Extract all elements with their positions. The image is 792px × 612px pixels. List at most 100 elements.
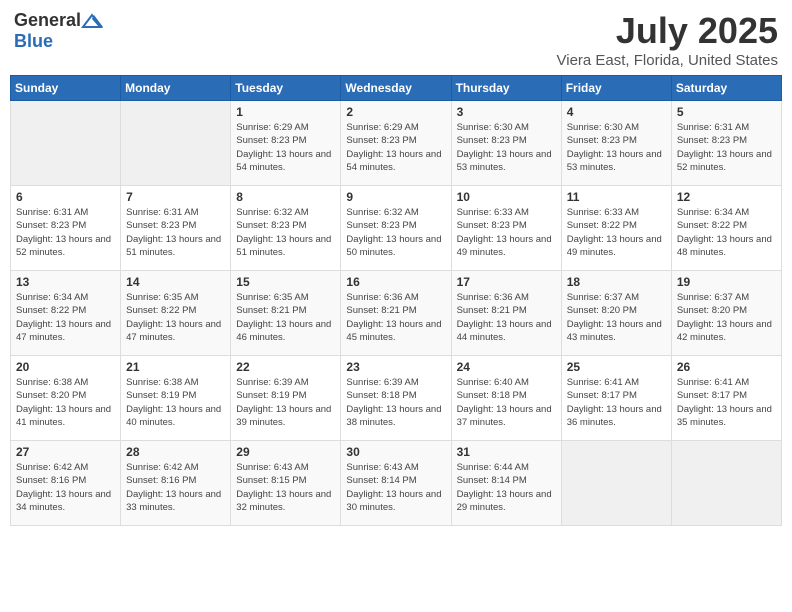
logo-blue: Blue: [14, 31, 53, 52]
title-block: July 2025 Viera East, Florida, United St…: [557, 10, 779, 69]
day-sun-info: Sunrise: 6:42 AMSunset: 8:16 PMDaylight:…: [126, 461, 225, 514]
calendar-cell: 5 Sunrise: 6:31 AMSunset: 8:23 PMDaylight…: [671, 101, 781, 186]
day-number: 29: [236, 445, 335, 459]
calendar-week-2: 6 Sunrise: 6:31 AMSunset: 8:23 PMDaylight…: [11, 186, 782, 271]
day-sun-info: Sunrise: 6:31 AMSunset: 8:23 PMDaylight:…: [16, 206, 115, 259]
calendar-cell: 18 Sunrise: 6:37 AMSunset: 8:20 PMDayligh…: [561, 271, 671, 356]
calendar-cell: 27 Sunrise: 6:42 AMSunset: 8:16 PMDayligh…: [11, 441, 121, 526]
calendar-cell: 20 Sunrise: 6:38 AMSunset: 8:20 PMDayligh…: [11, 356, 121, 441]
day-sun-info: Sunrise: 6:37 AMSunset: 8:20 PMDaylight:…: [677, 291, 776, 344]
day-sun-info: Sunrise: 6:43 AMSunset: 8:14 PMDaylight:…: [346, 461, 445, 514]
weekday-header-sunday: Sunday: [11, 76, 121, 101]
calendar-cell: 15 Sunrise: 6:35 AMSunset: 8:21 PMDayligh…: [231, 271, 341, 356]
day-number: 10: [457, 190, 556, 204]
day-sun-info: Sunrise: 6:34 AMSunset: 8:22 PMDaylight:…: [677, 206, 776, 259]
logo-icon: [81, 13, 103, 29]
day-sun-info: Sunrise: 6:35 AMSunset: 8:22 PMDaylight:…: [126, 291, 225, 344]
calendar-cell: 17 Sunrise: 6:36 AMSunset: 8:21 PMDayligh…: [451, 271, 561, 356]
day-number: 15: [236, 275, 335, 289]
day-sun-info: Sunrise: 6:35 AMSunset: 8:21 PMDaylight:…: [236, 291, 335, 344]
calendar-cell: 2Sunrise: 6:29 AMSunset: 8:23 PMDaylight…: [341, 101, 451, 186]
day-sun-info: Sunrise: 6:31 AMSunset: 8:23 PMDaylight:…: [677, 121, 776, 174]
day-number: 4: [567, 105, 666, 119]
day-number: 20: [16, 360, 115, 374]
calendar-body: 1 Sunrise: 6:29 AMSunset: 8:23 PMDaylight…: [11, 101, 782, 526]
calendar-cell: 28Sunrise: 6:42 AMSunset: 8:16 PMDayligh…: [121, 441, 231, 526]
logo-general: General: [14, 10, 81, 31]
calendar-table: SundayMondayTuesdayWednesdayThursdayFrid…: [10, 75, 782, 526]
day-number: 2: [346, 105, 445, 119]
day-sun-info: Sunrise: 6:38 AMSunset: 8:19 PMDaylight:…: [126, 376, 225, 429]
logo: General Blue: [14, 10, 103, 52]
calendar-cell: 4 Sunrise: 6:30 AMSunset: 8:23 PMDaylight…: [561, 101, 671, 186]
day-sun-info: Sunrise: 6:30 AMSunset: 8:23 PMDaylight:…: [567, 121, 666, 174]
month-year-title: July 2025: [557, 10, 779, 52]
day-sun-info: Sunrise: 6:29 AMSunset: 8:23 PMDaylight:…: [236, 121, 335, 174]
day-number: 6: [16, 190, 115, 204]
day-sun-info: Sunrise: 6:38 AMSunset: 8:20 PMDaylight:…: [16, 376, 115, 429]
day-number: 16: [346, 275, 445, 289]
calendar-cell: 13Sunrise: 6:34 AMSunset: 8:22 PMDayligh…: [11, 271, 121, 356]
day-number: 1: [236, 105, 335, 119]
calendar-cell: 25Sunrise: 6:41 AMSunset: 8:17 PMDayligh…: [561, 356, 671, 441]
calendar-cell: 29 Sunrise: 6:43 AMSunset: 8:15 PMDayligh…: [231, 441, 341, 526]
day-number: 23: [346, 360, 445, 374]
day-number: 25: [567, 360, 666, 374]
calendar-cell: 19 Sunrise: 6:37 AMSunset: 8:20 PMDayligh…: [671, 271, 781, 356]
calendar-week-1: 1 Sunrise: 6:29 AMSunset: 8:23 PMDaylight…: [11, 101, 782, 186]
day-number: 19: [677, 275, 776, 289]
calendar-cell: 10 Sunrise: 6:33 AMSunset: 8:23 PMDayligh…: [451, 186, 561, 271]
calendar-cell: 9Sunrise: 6:32 AMSunset: 8:23 PMDaylight…: [341, 186, 451, 271]
weekday-header-tuesday: Tuesday: [231, 76, 341, 101]
day-number: 31: [457, 445, 556, 459]
day-sun-info: Sunrise: 6:30 AMSunset: 8:23 PMDaylight:…: [457, 121, 556, 174]
calendar-cell: 11Sunrise: 6:33 AMSunset: 8:22 PMDayligh…: [561, 186, 671, 271]
day-sun-info: Sunrise: 6:33 AMSunset: 8:23 PMDaylight:…: [457, 206, 556, 259]
calendar-header: SundayMondayTuesdayWednesdayThursdayFrid…: [11, 76, 782, 101]
day-number: 9: [346, 190, 445, 204]
day-sun-info: Sunrise: 6:37 AMSunset: 8:20 PMDaylight:…: [567, 291, 666, 344]
day-sun-info: Sunrise: 6:36 AMSunset: 8:21 PMDaylight:…: [457, 291, 556, 344]
page-header: General Blue July 2025 Viera East, Flori…: [10, 10, 782, 69]
day-number: 22: [236, 360, 335, 374]
day-number: 5: [677, 105, 776, 119]
calendar-cell: 26Sunrise: 6:41 AMSunset: 8:17 PMDayligh…: [671, 356, 781, 441]
day-sun-info: Sunrise: 6:36 AMSunset: 8:21 PMDaylight:…: [346, 291, 445, 344]
day-number: 27: [16, 445, 115, 459]
day-number: 26: [677, 360, 776, 374]
day-sun-info: Sunrise: 6:44 AMSunset: 8:14 PMDaylight:…: [457, 461, 556, 514]
calendar-cell: 22Sunrise: 6:39 AMSunset: 8:19 PMDayligh…: [231, 356, 341, 441]
day-number: 17: [457, 275, 556, 289]
day-number: 14: [126, 275, 225, 289]
day-number: 30: [346, 445, 445, 459]
calendar-cell: 14 Sunrise: 6:35 AMSunset: 8:22 PMDayligh…: [121, 271, 231, 356]
calendar-cell: [561, 441, 671, 526]
day-sun-info: Sunrise: 6:43 AMSunset: 8:15 PMDaylight:…: [236, 461, 335, 514]
weekday-row: SundayMondayTuesdayWednesdayThursdayFrid…: [11, 76, 782, 101]
day-sun-info: Sunrise: 6:32 AMSunset: 8:23 PMDaylight:…: [236, 206, 335, 259]
day-sun-info: Sunrise: 6:40 AMSunset: 8:18 PMDaylight:…: [457, 376, 556, 429]
day-number: 11: [567, 190, 666, 204]
calendar-cell: 23Sunrise: 6:39 AMSunset: 8:18 PMDayligh…: [341, 356, 451, 441]
calendar-week-5: 27 Sunrise: 6:42 AMSunset: 8:16 PMDayligh…: [11, 441, 782, 526]
weekday-header-thursday: Thursday: [451, 76, 561, 101]
calendar-cell: [11, 101, 121, 186]
day-number: 7: [126, 190, 225, 204]
calendar-cell: 8Sunrise: 6:32 AMSunset: 8:23 PMDaylight…: [231, 186, 341, 271]
calendar-cell: 24Sunrise: 6:40 AMSunset: 8:18 PMDayligh…: [451, 356, 561, 441]
day-number: 12: [677, 190, 776, 204]
day-sun-info: Sunrise: 6:42 AMSunset: 8:16 PMDaylight:…: [16, 461, 115, 514]
calendar-cell: [671, 441, 781, 526]
day-number: 3: [457, 105, 556, 119]
weekday-header-monday: Monday: [121, 76, 231, 101]
day-number: 13: [16, 275, 115, 289]
weekday-header-wednesday: Wednesday: [341, 76, 451, 101]
weekday-header-saturday: Saturday: [671, 76, 781, 101]
calendar-cell: 21 Sunrise: 6:38 AMSunset: 8:19 PMDayligh…: [121, 356, 231, 441]
weekday-header-friday: Friday: [561, 76, 671, 101]
day-number: 21: [126, 360, 225, 374]
calendar-cell: [121, 101, 231, 186]
day-sun-info: Sunrise: 6:31 AMSunset: 8:23 PMDaylight:…: [126, 206, 225, 259]
calendar-cell: 7 Sunrise: 6:31 AMSunset: 8:23 PMDaylight…: [121, 186, 231, 271]
day-number: 18: [567, 275, 666, 289]
